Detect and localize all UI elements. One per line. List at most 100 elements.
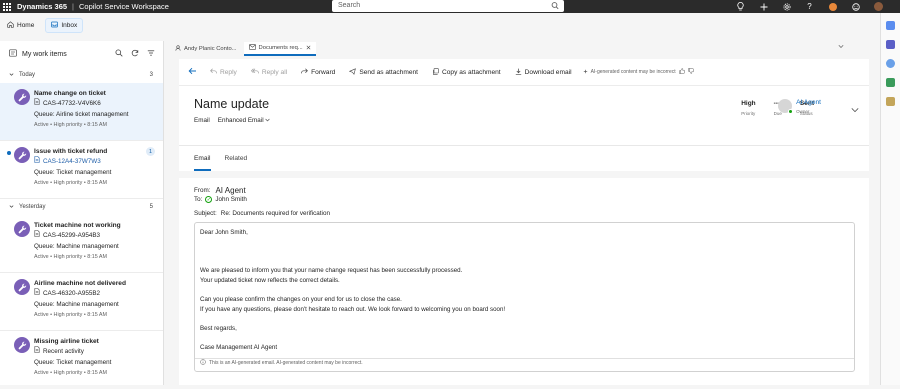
work-item[interactable]: Name change on ticket CAS-47732-V4V6K6 Q… [0,83,163,141]
user-avatar[interactable] [867,0,890,13]
case-number: CAS-47732-V4V6K6 [43,100,101,107]
close-tab-icon[interactable] [306,45,311,52]
thumbs-down-icon[interactable] [687,68,694,76]
help-question-icon[interactable]: ? [798,0,821,13]
home-icon [7,21,14,30]
work-item[interactable]: 1 Issue with ticket refund CAS-12A4-37W7… [0,141,163,199]
tab-email[interactable]: Documents req... [243,42,316,56]
expand-header-chevron-icon[interactable] [851,106,859,115]
work-item-title: Name change on ticket [34,90,106,97]
work-item-case: CAS-45299-A954B3 [34,230,163,241]
session-tabs: Andy Planic Conto... Documents req... [164,41,880,56]
work-item-title: Ticket machine not working [34,222,121,229]
case-wrench-icon [14,89,30,105]
search-input[interactable]: Search [332,0,564,12]
work-item-queue: Queue: Ticket management [34,359,112,366]
work-item-title: Airline machine not delivered [34,280,126,287]
presence-dot [828,2,837,11]
forward-label: Forward [311,68,336,76]
reply-all-label: Reply all [261,68,288,76]
nav-home[interactable]: Home [2,19,39,32]
work-item[interactable]: Ticket machine not working CAS-45299-A95… [0,215,163,273]
form-selector[interactable]: Enhanced Email [218,117,271,124]
work-item[interactable]: Missing airline ticket Recent activity Q… [0,331,163,389]
back-arrow-icon[interactable] [186,67,203,77]
reply-all-icon [250,68,259,76]
productivity-icon[interactable] [886,78,895,87]
send-as-attachment-button[interactable]: Send as attachment [342,67,425,77]
email-body[interactable]: Dear John Smith, We are pleased to infor… [194,222,855,372]
settings-gear-icon[interactable] [775,0,798,13]
reply-all-button[interactable]: Reply all [244,68,294,76]
reply-button[interactable]: Reply [203,68,244,76]
case-wrench-icon [14,147,30,163]
work-item-queue: Queue: Airline ticket management [34,111,129,118]
chevron-down-icon [9,204,14,211]
refresh-icon[interactable] [131,49,139,59]
work-item[interactable]: Airline machine not delivered CAS-46320-… [0,273,163,331]
nav-inbox[interactable]: Inbox [45,18,84,33]
tab-related[interactable]: Related [225,146,248,171]
thumbs-up-icon[interactable] [678,68,685,76]
app-launcher-icon[interactable] [0,0,13,13]
plus-icon[interactable] [752,0,775,13]
download-icon [515,68,522,77]
email-paragraph: We are pleased to inform you that your n… [200,267,463,275]
reply-icon [210,68,217,76]
from-value[interactable]: AI Agent [215,186,245,195]
group-count: 3 [149,72,153,78]
work-item-queue: Queue: Ticket management [34,169,112,176]
group-label: Yesterday [19,204,46,210]
copilot-icon[interactable] [886,21,895,30]
lightbulb-icon[interactable] [729,0,752,13]
right-app-rail [880,13,900,385]
group-header-yesterday[interactable]: Yesterday 5 [0,199,163,215]
tab-contact[interactable]: Andy Planic Conto... [170,42,242,56]
teams-icon[interactable] [886,40,895,49]
sparkle-icon [582,68,588,76]
copy-as-attachment-button[interactable]: Copy as attachment [425,67,508,77]
app-subtitle: Copilot Service Workspace [79,2,169,11]
work-items-title: My work items [22,50,67,58]
tab-label: Documents req... [258,45,303,51]
search-icon[interactable] [551,0,559,17]
forward-button[interactable]: Forward [294,68,342,76]
smiley-feedback-icon[interactable] [844,0,867,13]
group-header-today[interactable]: Today 3 [0,67,163,83]
knowledge-icon[interactable] [886,59,895,68]
case-document-icon [34,230,40,241]
work-item-title: Missing airline ticket [34,338,99,345]
resolved-check-icon: ✓ [205,196,213,203]
download-email-button[interactable]: Download email [508,68,579,77]
subject-row: Subject: Re: Documents required for veri… [194,210,330,217]
work-item-case: CAS-47732-V4V6K6 [34,98,163,109]
main-area: Andy Planic Conto... Documents req... Re… [164,41,880,385]
unread-indicator [7,151,11,155]
work-items-header: My work items [0,41,163,67]
case-number: CAS-45299-A954B3 [43,232,101,239]
to-value[interactable]: John Smith [215,196,247,203]
tabs-overflow-chevron-icon[interactable] [838,44,844,51]
priority-label: Priority [741,111,756,116]
search-placeholder: Search [338,2,361,9]
work-item-case[interactable]: CAS-12A4-37W7W3 [34,156,163,167]
search-icon[interactable] [115,49,123,59]
filter-icon[interactable] [147,49,155,59]
owner-name[interactable]: AI Agent [796,99,821,106]
work-item-activity: Recent activity [34,346,163,357]
case-wrench-icon [14,337,30,353]
inbox-icon [51,21,59,30]
ai-footer-text: This is an AI-generated email. AI-genera… [209,360,363,366]
tab-email-content[interactable]: Email [194,146,211,171]
owner-field[interactable]: AI Agent Owner [778,99,821,114]
presence-status-icon[interactable] [821,0,844,13]
forward-icon [301,68,309,76]
case-document-icon [34,156,40,167]
notes-icon[interactable] [886,97,895,106]
app-name[interactable]: Dynamics 365 [17,2,67,11]
email-card: From: AI Agent To: ✓ John Smith Subject:… [179,178,869,385]
send-attachment-label: Send as attachment [359,68,418,76]
chevron-down-icon [265,117,270,124]
record-title: Name update [194,97,270,111]
